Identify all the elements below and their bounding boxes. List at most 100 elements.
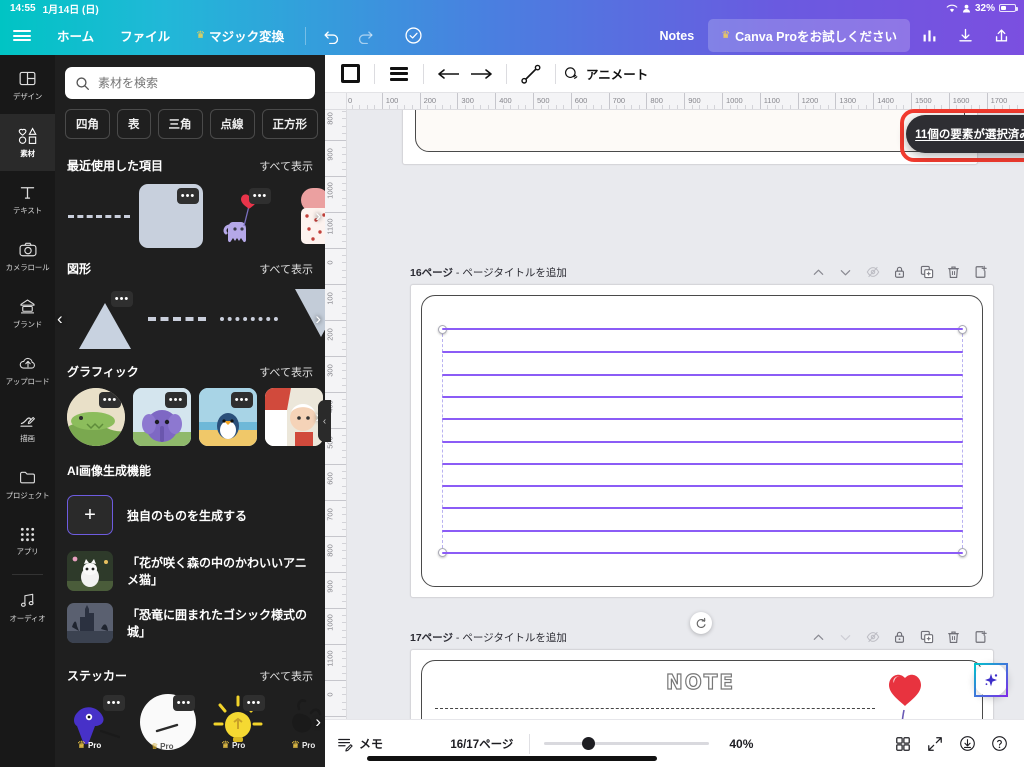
ai-prompt-castle-row[interactable]: 「恐竜に囲まれたゴシック様式の城」 bbox=[55, 597, 325, 649]
trash-icon[interactable] bbox=[940, 261, 967, 283]
sidebar-item-camera-roll[interactable]: カメラロール bbox=[0, 228, 55, 285]
search-box[interactable] bbox=[65, 67, 315, 99]
chevron-down-icon[interactable] bbox=[832, 626, 859, 648]
hide-icon[interactable] bbox=[859, 261, 886, 283]
line-element[interactable] bbox=[442, 418, 963, 420]
page-16-canvas[interactable] bbox=[410, 284, 994, 598]
list-item[interactable]: ••• ♛ Pro bbox=[137, 691, 199, 753]
magic-ai-button[interactable] bbox=[974, 663, 1008, 697]
list-item[interactable]: ••• bbox=[73, 287, 137, 351]
chevron-up-icon[interactable] bbox=[805, 626, 832, 648]
try-canva-pro-button[interactable]: ♛ Canva Proをお試しください bbox=[708, 19, 910, 52]
lock-icon[interactable] bbox=[886, 626, 913, 648]
more-options-icon[interactable]: ••• bbox=[249, 188, 271, 204]
animate-button[interactable]: アニメート bbox=[563, 64, 648, 83]
nav-magic-switch[interactable]: ♛ マジック変換 bbox=[183, 20, 297, 51]
chip-triangle[interactable]: 三角 bbox=[157, 109, 203, 139]
canvas-scroll-area[interactable]: 16ページ - ページタイトルを追加 17ページ - ページタイトルを追加 NO… bbox=[347, 110, 1024, 767]
search-input[interactable] bbox=[98, 76, 305, 90]
carousel-next-icon[interactable]: › bbox=[315, 712, 321, 732]
line-element[interactable] bbox=[442, 374, 963, 376]
list-item[interactable] bbox=[67, 184, 131, 248]
line-element[interactable] bbox=[442, 530, 963, 532]
list-item[interactable]: ••• ♛ Pro bbox=[207, 691, 269, 753]
notes-label[interactable]: Notes bbox=[647, 29, 706, 43]
sidebar-item-draw[interactable]: 描画 bbox=[0, 399, 55, 456]
note-title[interactable]: NOTE bbox=[665, 669, 735, 694]
add-page-icon[interactable] bbox=[967, 626, 994, 648]
zoom-slider[interactable] bbox=[544, 737, 710, 750]
list-item[interactable]: ••• bbox=[139, 184, 203, 248]
zoom-slider-knob[interactable] bbox=[582, 737, 596, 750]
sidebar-item-audio[interactable]: オーディオ bbox=[0, 579, 55, 636]
line-element[interactable] bbox=[442, 351, 963, 353]
line-element[interactable] bbox=[442, 463, 963, 465]
chip-square-shape[interactable]: 正方形 bbox=[261, 109, 318, 139]
more-options-icon[interactable]: ••• bbox=[103, 695, 125, 711]
list-item[interactable]: ••• ♛ Pro bbox=[67, 691, 129, 753]
more-options-icon[interactable]: ••• bbox=[173, 695, 195, 711]
ai-prompt-cat-row[interactable]: 「花が咲く森の中のかわいいアニメ猫」 bbox=[55, 545, 325, 597]
more-options-icon[interactable]: ••• bbox=[99, 392, 121, 408]
nav-file[interactable]: ファイル bbox=[107, 20, 183, 51]
chip-dotted-line[interactable]: 点線 bbox=[209, 109, 255, 139]
sidebar-item-uploads[interactable]: アップロード bbox=[0, 342, 55, 399]
line-path-button[interactable] bbox=[514, 57, 548, 91]
page-title-add-label[interactable]: ページタイトルを追加 bbox=[462, 632, 567, 644]
chip-square[interactable]: 四角 bbox=[65, 109, 110, 139]
add-page-icon[interactable] bbox=[967, 261, 994, 283]
more-options-icon[interactable]: ••• bbox=[111, 291, 133, 307]
line-element[interactable] bbox=[435, 708, 875, 709]
sidebar-item-design[interactable]: デザイン bbox=[0, 57, 55, 114]
list-item[interactable] bbox=[217, 287, 281, 351]
chevron-down-icon[interactable] bbox=[832, 261, 859, 283]
list-item[interactable]: ••• bbox=[211, 184, 275, 248]
list-item[interactable]: ••• bbox=[199, 388, 257, 446]
list-item[interactable]: ••• bbox=[133, 388, 191, 446]
selection-count-label[interactable]: 11個の要素が選択済み bbox=[906, 126, 1024, 142]
download-icon[interactable] bbox=[952, 729, 982, 759]
ai-prompt-thumbnail[interactable] bbox=[67, 551, 113, 591]
chevron-up-icon[interactable] bbox=[805, 261, 832, 283]
page-indicator[interactable]: 16/17ページ bbox=[450, 736, 513, 752]
hide-icon[interactable] bbox=[859, 626, 886, 648]
plus-icon[interactable]: + bbox=[67, 495, 113, 535]
carousel-next-icon[interactable]: › bbox=[315, 206, 321, 226]
sidebar-item-brand[interactable]: ブランド bbox=[0, 285, 55, 342]
see-all-link[interactable]: すべて表示 bbox=[259, 158, 313, 174]
duplicate-icon[interactable] bbox=[913, 626, 940, 648]
line-element[interactable] bbox=[442, 328, 963, 330]
duplicate-icon[interactable] bbox=[913, 261, 940, 283]
sidebar-item-apps[interactable]: アプリ bbox=[0, 513, 55, 570]
ai-generate-own-row[interactable]: + 独自のものを生成する bbox=[55, 485, 325, 545]
line-element[interactable] bbox=[442, 507, 963, 509]
line-start-button[interactable] bbox=[431, 57, 465, 91]
menu-hamburger-icon[interactable] bbox=[0, 28, 44, 44]
color-swatch-button[interactable] bbox=[333, 57, 367, 91]
page-15-partial[interactable] bbox=[402, 110, 978, 165]
ai-prompt-thumbnail[interactable] bbox=[67, 603, 113, 643]
line-style-button[interactable] bbox=[382, 57, 416, 91]
sidebar-item-projects[interactable]: プロジェクト bbox=[0, 456, 55, 513]
list-item[interactable]: ••• bbox=[67, 388, 125, 446]
page-title-add-label[interactable]: ページタイトルを追加 bbox=[462, 267, 567, 279]
sidebar-item-elements[interactable]: 素材 bbox=[0, 114, 55, 171]
check-circle-icon[interactable] bbox=[396, 21, 430, 51]
sidebar-item-text[interactable]: テキスト bbox=[0, 171, 55, 228]
carousel-next-icon[interactable]: › bbox=[315, 309, 321, 329]
insights-icon[interactable] bbox=[912, 21, 946, 51]
panel-collapse-handle[interactable]: ‹ bbox=[318, 400, 331, 442]
line-element[interactable] bbox=[442, 396, 963, 398]
line-element[interactable] bbox=[442, 485, 963, 487]
redo-icon[interactable] bbox=[348, 21, 382, 51]
undo-icon[interactable] bbox=[314, 21, 348, 51]
more-options-icon[interactable]: ••• bbox=[231, 392, 253, 408]
see-all-link[interactable]: すべて表示 bbox=[259, 261, 313, 277]
grid-view-icon[interactable] bbox=[888, 729, 918, 759]
carousel-prev-icon[interactable]: ‹ bbox=[57, 309, 63, 329]
see-all-link[interactable]: すべて表示 bbox=[259, 364, 313, 380]
more-options-icon[interactable]: ••• bbox=[165, 392, 187, 408]
line-element[interactable] bbox=[442, 552, 963, 554]
rotate-handle[interactable] bbox=[690, 612, 712, 634]
download-icon[interactable] bbox=[948, 21, 982, 51]
